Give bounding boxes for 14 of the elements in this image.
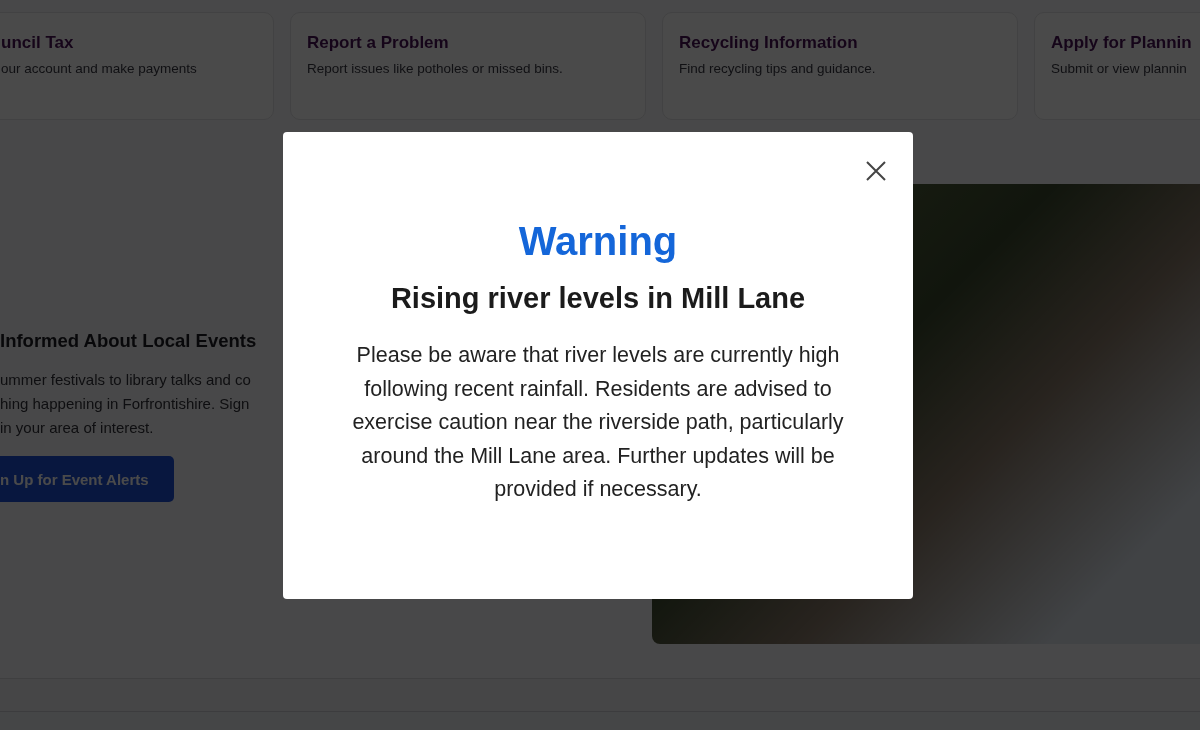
card-title: Apply for Plannin (1051, 33, 1193, 53)
dialog-heading: Warning (518, 218, 678, 264)
card-title: uncil Tax (1, 33, 75, 53)
section-text-line: ummer festivals to library talks and co (0, 370, 252, 390)
section-text-line: hing happening in Forfrontishire. Sign (0, 394, 251, 414)
card-description: Find recycling tips and guidance. (679, 61, 877, 76)
dialog-title: Rising river levels in Mill Lane (390, 282, 806, 315)
card-description: Submit or view plannin (1051, 61, 1188, 76)
dialog-message: Please be aware that river levels are currently high following recent rainfall. Residents are advised to exercise caution near the riverside path, particularly around the Mill Lane area. Further updates will be provided if necessary. (351, 342, 845, 504)
card-title: Recycling Information (679, 33, 859, 53)
card-title: Report a Problem (307, 33, 450, 53)
card-description: our account and make payments (1, 61, 198, 76)
section-heading: Informed About Local Events (0, 330, 258, 352)
section-text-line: in your area of interest. (0, 418, 155, 438)
